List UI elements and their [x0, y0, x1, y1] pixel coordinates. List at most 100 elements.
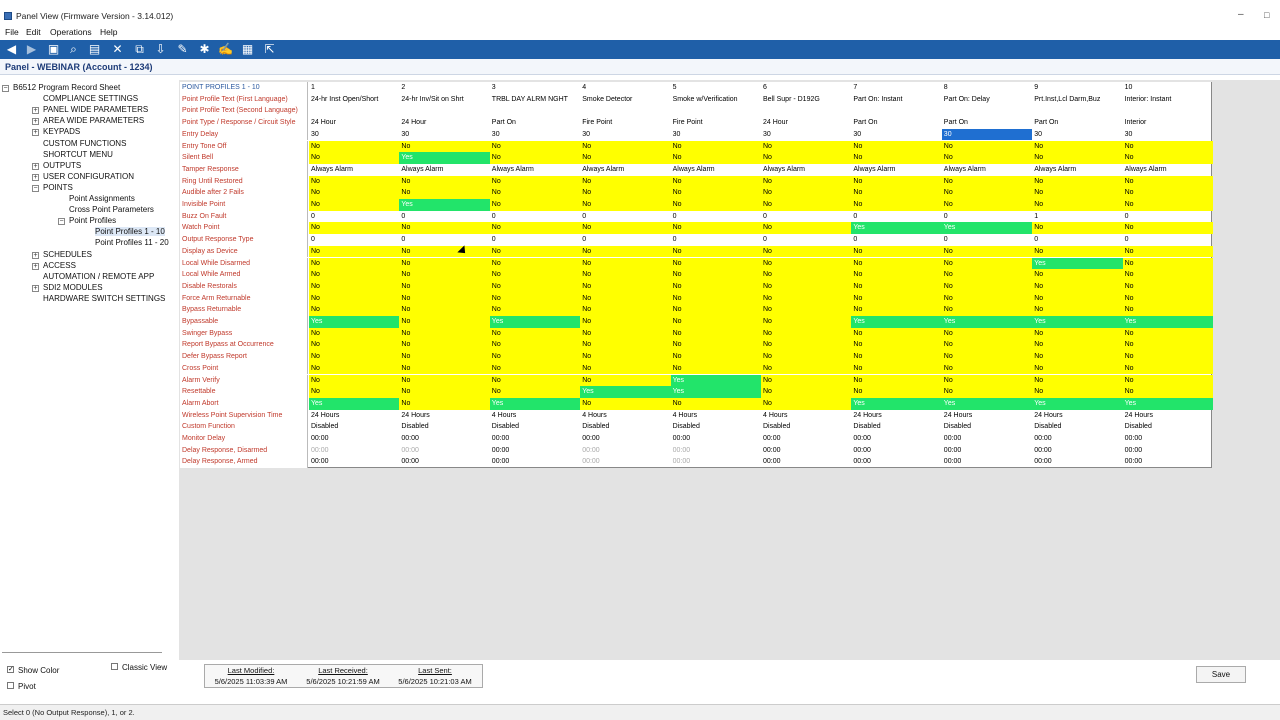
table-cell[interactable]: No — [580, 397, 671, 410]
table-cell[interactable]: No — [1122, 374, 1213, 387]
tree-item[interactable]: USER CONFIGURATION — [43, 172, 134, 181]
table-cell[interactable]: Disabled — [761, 421, 851, 433]
table-cell[interactable]: 00:00 — [851, 433, 941, 445]
table-cell[interactable]: No — [761, 222, 852, 235]
table-cell[interactable]: 0 — [761, 234, 851, 246]
table-cell[interactable] — [851, 105, 941, 117]
table-cell[interactable]: 00:00 — [671, 445, 761, 457]
menu-operations[interactable]: Operations — [50, 27, 92, 37]
tree-expander-icon[interactable]: + — [32, 251, 39, 259]
table-cell[interactable]: 30 — [1032, 129, 1122, 141]
table-cell[interactable]: Interior — [1123, 117, 1213, 129]
table-cell[interactable]: No — [580, 140, 671, 153]
table-cell[interactable]: No — [941, 140, 1033, 153]
table-cell[interactable]: Yes — [580, 386, 671, 398]
table-cell[interactable]: 00:00 — [942, 433, 1032, 445]
table-cell[interactable]: No — [1032, 152, 1123, 164]
table-cell[interactable]: No — [399, 374, 490, 387]
tree-item[interactable]: PANEL WIDE PARAMETERS — [43, 105, 148, 114]
table-cell[interactable]: Always Alarm — [851, 164, 941, 176]
table-cell[interactable]: Disabled — [490, 421, 580, 433]
table-cell[interactable]: No — [309, 222, 400, 235]
table-cell[interactable]: No — [941, 257, 1033, 270]
table-cell[interactable]: No — [761, 269, 852, 281]
table-cell[interactable] — [399, 105, 489, 117]
table-cell[interactable]: No — [761, 316, 852, 328]
table-cell[interactable]: 00:00 — [942, 445, 1032, 457]
table-cell[interactable]: No — [1032, 280, 1123, 293]
table-cell[interactable]: No — [309, 327, 400, 340]
table-cell[interactable]: Disabled — [399, 421, 489, 433]
table-cell[interactable]: No — [399, 257, 490, 270]
table-cell[interactable]: No — [580, 316, 671, 328]
table-cell[interactable]: 24 Hours — [1123, 410, 1213, 422]
menu-file[interactable]: File — [5, 27, 19, 37]
table-cell[interactable]: 00:00 — [761, 456, 851, 468]
table-cell[interactable]: No — [941, 175, 1033, 188]
tree-expander-icon[interactable]: + — [32, 107, 39, 115]
table-cell[interactable]: 24-hr Inst Open/Short — [309, 94, 399, 106]
table-cell[interactable]: No — [761, 152, 852, 164]
table-cell[interactable]: Always Alarm — [309, 164, 399, 176]
tree-item[interactable]: KEYPADS — [43, 127, 80, 136]
minimize-icon[interactable]: – — [1238, 9, 1244, 20]
table-cell[interactable]: No — [309, 339, 400, 352]
table-cell[interactable]: 00:00 — [490, 445, 580, 457]
table-cell[interactable]: No — [941, 187, 1033, 199]
table-cell[interactable]: 00:00 — [309, 433, 399, 445]
table-cell[interactable]: No — [489, 140, 581, 153]
table-cell[interactable]: No — [309, 374, 400, 387]
table-cell[interactable]: No — [1032, 386, 1123, 398]
table-cell[interactable]: No — [1122, 175, 1213, 188]
edit-icon[interactable]: ✍ — [218, 42, 233, 57]
table-cell[interactable]: No — [761, 304, 852, 316]
tree-item[interactable]: Point Assignments — [69, 194, 135, 203]
search-icon[interactable]: ⌕ — [66, 42, 81, 57]
table-cell[interactable]: 00:00 — [1032, 445, 1122, 457]
table-cell[interactable]: No — [399, 245, 490, 258]
table-cell[interactable]: No — [399, 222, 490, 235]
table-cell[interactable]: No — [489, 351, 581, 363]
table-cell[interactable]: No — [399, 280, 490, 293]
table-cell[interactable]: No — [670, 222, 761, 235]
table-cell[interactable]: No — [851, 327, 942, 340]
disconnect-icon[interactable]: ✕ — [110, 42, 125, 57]
table-cell[interactable]: No — [309, 351, 400, 363]
back-icon[interactable]: ◀ — [4, 42, 19, 57]
table-cell[interactable]: Yes — [1032, 316, 1123, 328]
table-cell[interactable]: No — [670, 362, 761, 375]
tree-expander-icon[interactable]: + — [32, 162, 39, 170]
table-cell[interactable]: Fire Point — [580, 117, 670, 129]
table-cell[interactable]: No — [399, 304, 490, 316]
table-cell[interactable]: Always Alarm — [1032, 164, 1122, 176]
table-cell[interactable]: Disabled — [1032, 421, 1122, 433]
table-cell[interactable]: No — [851, 199, 942, 211]
table-cell[interactable]: No — [1122, 245, 1213, 258]
table-cell[interactable]: Yes — [1122, 316, 1213, 328]
tree-item[interactable]: AREA WIDE PARAMETERS — [43, 116, 144, 125]
table-cell[interactable]: No — [1122, 152, 1213, 164]
table-cell[interactable]: Yes — [489, 316, 581, 328]
tree-item[interactable]: SHORTCUT MENU — [43, 150, 113, 159]
table-cell[interactable]: 0 — [942, 211, 1032, 223]
classic-view-checkbox[interactable] — [111, 663, 118, 670]
table-cell[interactable]: 30 — [1123, 129, 1213, 141]
table-cell[interactable]: No — [670, 199, 761, 211]
table-cell[interactable]: 00:00 — [1123, 433, 1213, 445]
table-cell[interactable]: Yes — [851, 316, 942, 328]
table-cell[interactable]: Yes — [941, 397, 1033, 410]
table-cell[interactable]: No — [761, 140, 852, 153]
table-cell[interactable] — [309, 105, 399, 117]
table-cell[interactable]: No — [761, 199, 852, 211]
table-cell[interactable]: No — [580, 292, 671, 305]
table-cell[interactable]: Disabled — [851, 421, 941, 433]
table-cell[interactable] — [942, 105, 1032, 117]
table-cell[interactable]: No — [489, 327, 581, 340]
table-cell[interactable]: No — [399, 351, 490, 363]
table-cell[interactable]: 0 — [1032, 234, 1122, 246]
table-cell[interactable]: 00:00 — [490, 433, 580, 445]
table-cell[interactable]: 24 Hours — [309, 410, 399, 422]
table-cell[interactable]: Part On — [1032, 117, 1122, 129]
table-cell[interactable]: No — [851, 386, 942, 398]
table-cell[interactable]: No — [670, 152, 761, 164]
